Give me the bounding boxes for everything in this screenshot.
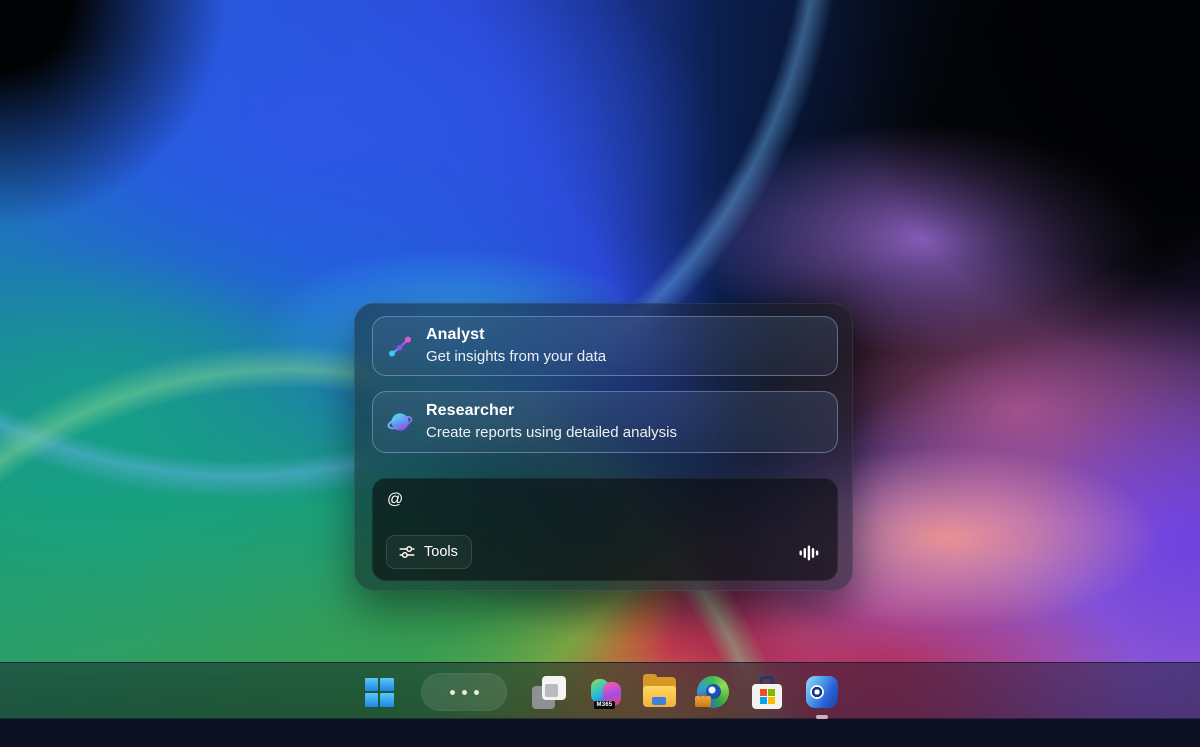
m365-copilot-icon: M365 [590,676,623,709]
tools-button-label: Tools [424,544,458,560]
store-bag-icon [752,676,782,709]
voice-waveform-icon [798,542,820,564]
microsoft-store-button[interactable] [747,672,787,712]
ellipsis-icon [450,690,455,695]
agent-name: Analyst [426,325,606,345]
prompt-input-box[interactable]: @ Tools [372,478,838,581]
sliders-icon [398,543,416,561]
agent-name: Researcher [426,401,677,421]
copilot-icon [806,676,838,708]
file-explorer-button[interactable] [639,672,679,712]
start-button[interactable] [359,672,399,712]
search-button[interactable] [421,673,507,711]
folder-icon [643,677,676,707]
windows-logo-icon [365,678,394,707]
edge-swirl-briefcase-icon [697,676,729,708]
m365-badge: M365 [594,701,616,709]
agent-card-researcher[interactable]: Researcher Create reports using detailed… [372,391,838,453]
m365-copilot-app-button[interactable]: M365 [586,672,626,712]
overlapping-windows-icon [532,676,566,709]
trend-line-icon [387,333,413,359]
taskbar: M365 [0,662,1200,747]
copilot-agent-panel: Analyst Get insights from your data Rese… [354,303,853,591]
edge-browser-button[interactable] [693,672,733,712]
agent-description: Get insights from your data [426,347,606,367]
agent-description: Create reports using detailed analysis [426,423,677,443]
voice-input-button[interactable] [797,541,821,565]
planet-ring-icon [387,409,413,435]
agent-card-analyst[interactable]: Analyst Get insights from your data [372,316,838,376]
task-view-button[interactable] [529,672,569,712]
copilot-app-button[interactable] [802,672,842,712]
tools-button[interactable]: Tools [386,535,472,569]
prompt-input-value[interactable]: @ [387,491,587,509]
copilot-running-indicator [816,715,828,719]
